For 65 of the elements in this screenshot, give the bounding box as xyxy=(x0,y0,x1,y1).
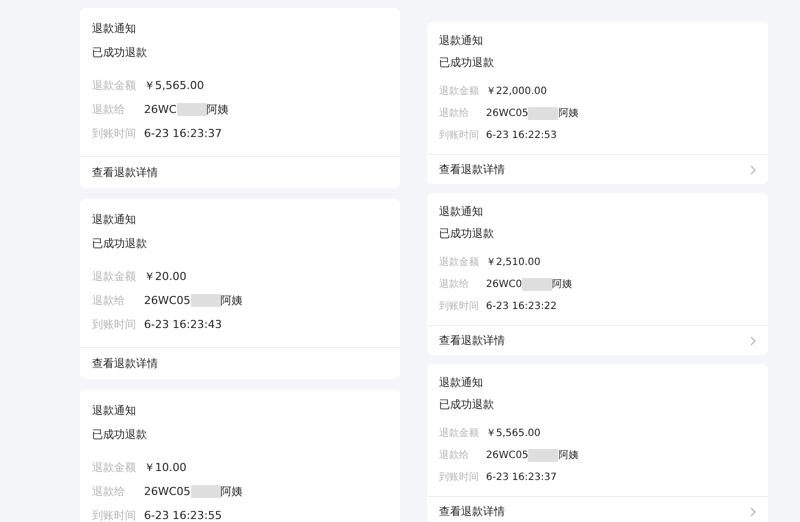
field-value: 阿姨 xyxy=(552,278,572,291)
details-link[interactable]: 查看退款详情 xyxy=(439,504,505,519)
blurred-block xyxy=(528,106,558,120)
blurred-block xyxy=(522,278,552,290)
field-label: 退款给 xyxy=(439,278,470,291)
field-label: 退款金额 xyxy=(92,78,137,92)
details-link[interactable]: 查看退款详情 xyxy=(92,165,158,180)
card-title: 退款通知 xyxy=(438,375,484,389)
status-text: 已成功退款 xyxy=(438,226,495,240)
field-value: 6-23 16:23:37 xyxy=(486,472,557,482)
status-text: 已成功退款 xyxy=(91,236,148,250)
details-link[interactable]: 查看退款详情 xyxy=(439,333,505,348)
field-value: 26WC05 xyxy=(486,108,528,118)
field-label: 退款金额 xyxy=(92,268,137,284)
field-label: 到账时间 xyxy=(439,128,480,142)
field-value: 阿姨 xyxy=(558,449,578,462)
field-label: 退款给 xyxy=(92,102,126,116)
field-label: 退款金额 xyxy=(439,256,480,269)
field-value: ￥20.00 xyxy=(144,268,186,284)
field-label: 退款金额 xyxy=(439,84,480,98)
field-label: 到账时间 xyxy=(439,300,480,313)
card-title: 退款通知 xyxy=(91,212,137,226)
card-title: 退款通知 xyxy=(91,403,137,417)
field-value: 阿姨 xyxy=(220,292,243,308)
field-label: 到账时间 xyxy=(439,470,480,484)
status-text: 已成功退款 xyxy=(91,45,148,59)
field-value: 6-23 16:22:53 xyxy=(486,130,557,140)
details-link[interactable]: 查看退款详情 xyxy=(92,356,158,371)
blurred-block xyxy=(528,448,558,462)
card-title: 退款通知 xyxy=(438,33,484,47)
field-label: 到账时间 xyxy=(92,126,137,140)
field-value: 26WC0 xyxy=(486,278,522,290)
field-value: 阿姨 xyxy=(558,107,578,120)
field-value: 6-23 16:23:37 xyxy=(144,126,222,140)
field-label: 退款给 xyxy=(92,292,126,308)
card-title: 退款通知 xyxy=(438,204,484,218)
status-text: 已成功退款 xyxy=(438,397,495,411)
field-value: 26WC05 xyxy=(144,294,191,306)
status-text: 已成功退款 xyxy=(91,427,148,441)
field-value: 阿姨 xyxy=(206,102,229,116)
field-value: 26WC xyxy=(144,102,177,116)
field-label: 退款金额 xyxy=(439,426,480,440)
field-value: 6-23 16:23:43 xyxy=(144,318,222,330)
field-label: 退款给 xyxy=(439,106,470,120)
field-value: 26WC05 xyxy=(486,450,528,460)
field-label: 退款金额 xyxy=(92,460,137,474)
field-value: 阿姨 xyxy=(220,484,243,498)
field-value: ￥5,565.00 xyxy=(486,427,541,440)
field-label: 退款给 xyxy=(439,448,470,462)
field-label: 退款给 xyxy=(92,484,126,498)
card-title: 退款通知 xyxy=(91,21,137,35)
field-value: 6-23 16:23:22 xyxy=(486,300,557,312)
status-text: 已成功退款 xyxy=(438,55,495,69)
field-value: ￥10.00 xyxy=(144,460,186,474)
field-value: ￥2,510.00 xyxy=(486,256,541,269)
details-link[interactable]: 查看退款详情 xyxy=(439,162,505,177)
blurred-block xyxy=(190,294,221,306)
field-label: 到账时间 xyxy=(92,316,137,332)
field-value: ￥22,000.00 xyxy=(486,85,547,98)
field-value: ￥5,565.00 xyxy=(144,78,204,92)
blurred-block xyxy=(190,484,221,498)
field-label: 到账时间 xyxy=(92,508,137,522)
field-value: 26WC05 xyxy=(144,484,191,498)
field-value: 6-23 16:23:55 xyxy=(144,508,222,522)
blurred-block xyxy=(176,102,207,116)
